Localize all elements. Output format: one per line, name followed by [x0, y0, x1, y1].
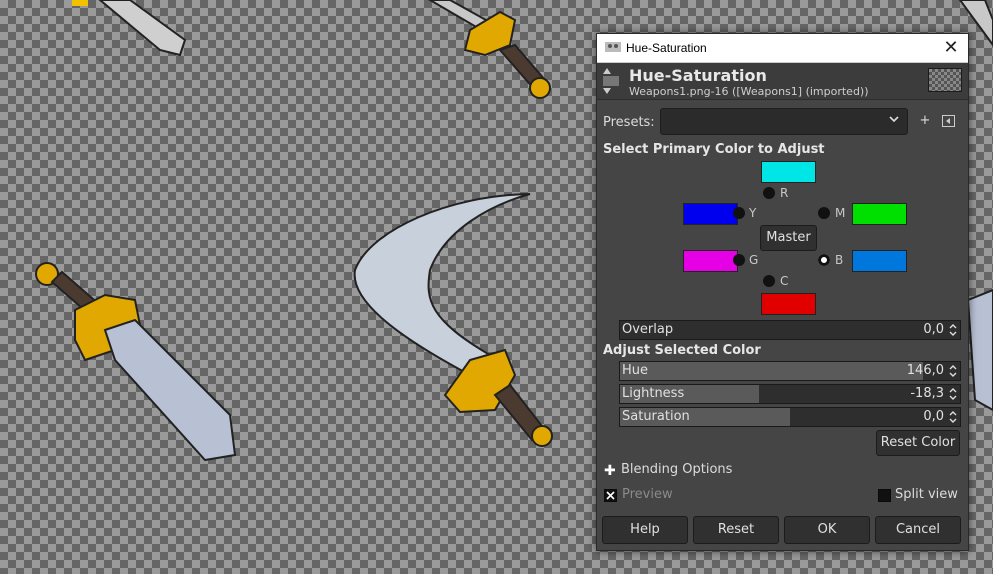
hue-saturation-dialog: Hue-Saturation ✕ Hue-Saturation Weapons1… [596, 33, 969, 551]
image-subtitle: Weapons1.png-16 ([Weapons1] (imported)) [629, 85, 869, 98]
radio-c[interactable] [763, 275, 775, 287]
master-button[interactable]: Master [760, 225, 817, 251]
blending-options-expander[interactable]: Blending Options [621, 462, 732, 477]
preview-checkbox[interactable] [604, 489, 617, 502]
overlap-value: 0,0 [923, 322, 944, 337]
chevron-down-icon [889, 116, 899, 123]
radio-b-label: B [835, 253, 844, 267]
yellow-swatch [683, 203, 738, 225]
saturation-spinscale[interactable]: Saturation 0,0 [619, 407, 961, 427]
curved-blade-sprite [353, 193, 553, 447]
presets-combobox[interactable] [660, 108, 908, 135]
hue-fill [620, 362, 923, 380]
hue-label: Hue [622, 363, 649, 378]
radio-g[interactable] [733, 254, 745, 266]
spin-arrows-icon[interactable] [948, 322, 958, 338]
radio-g-label: G [749, 253, 759, 267]
cancel-button[interactable]: Cancel [875, 516, 961, 544]
saturation-label: Saturation [622, 409, 690, 424]
red-swatch [761, 161, 816, 183]
window-titlebar[interactable]: Hue-Saturation ✕ [597, 34, 968, 63]
lightness-label: Lightness [622, 386, 685, 401]
reset-button[interactable]: Reset [693, 516, 779, 544]
preview-label: Preview [622, 487, 673, 502]
radio-m[interactable] [818, 207, 830, 219]
presets-label: Presets: [603, 115, 655, 130]
adjust-color-heading: Adjust Selected Color [603, 343, 761, 358]
lightness-spinscale[interactable]: Lightness -18,3 [619, 384, 961, 404]
overlap-label: Overlap [622, 322, 674, 337]
spin-arrows-icon[interactable] [948, 409, 958, 425]
lightness-value: -18,3 [910, 386, 944, 401]
dialog-heading: Hue-Saturation [629, 66, 767, 85]
spin-arrows-icon[interactable] [948, 363, 958, 379]
preset-menu-icon[interactable] [942, 115, 955, 127]
window-title: Hue-Saturation [626, 41, 707, 55]
radio-r-label: R [780, 186, 789, 200]
radio-m-label: M [835, 206, 846, 220]
primary-color-heading: Select Primary Color to Adjust [603, 142, 825, 157]
hue-spinscale[interactable]: Hue 146,0 [619, 361, 961, 381]
sword-sprite-top-middle [428, 0, 551, 99]
gimp-app-icon [605, 42, 621, 52]
sword-sprite-top-left [72, 0, 187, 57]
sword-sprite-left [35, 262, 237, 462]
green-swatch [683, 250, 738, 272]
layer-thumbnail [928, 68, 962, 92]
saturation-value: 0,0 [923, 409, 944, 424]
dialog-header: Hue-Saturation Weapons1.png-16 ([Weapons… [597, 63, 968, 100]
ok-button[interactable]: OK [784, 516, 870, 544]
radio-r[interactable] [763, 187, 775, 199]
close-icon[interactable]: ✕ [934, 34, 968, 62]
blue-swatch [852, 250, 907, 272]
radio-y[interactable] [733, 207, 745, 219]
magenta-swatch [852, 203, 907, 225]
radio-y-label: Y [749, 206, 757, 220]
hue-saturation-tool-icon [603, 68, 619, 94]
check-x-icon [606, 491, 615, 500]
expand-plus-icon[interactable]: ✚ [604, 463, 616, 479]
split-view-checkbox[interactable] [878, 489, 891, 502]
hue-value: 146,0 [906, 363, 944, 378]
cyan-swatch [761, 293, 816, 315]
reset-color-button[interactable]: Reset Color [876, 430, 960, 456]
add-preset-icon[interactable]: + [916, 112, 934, 130]
radio-c-label: C [780, 274, 789, 288]
split-view-label: Split view [895, 487, 958, 502]
radio-b-selected[interactable] [818, 254, 830, 266]
spin-arrows-icon[interactable] [948, 386, 958, 402]
help-button[interactable]: Help [602, 516, 688, 544]
overlap-spinscale[interactable]: Overlap 0,0 [619, 320, 961, 340]
